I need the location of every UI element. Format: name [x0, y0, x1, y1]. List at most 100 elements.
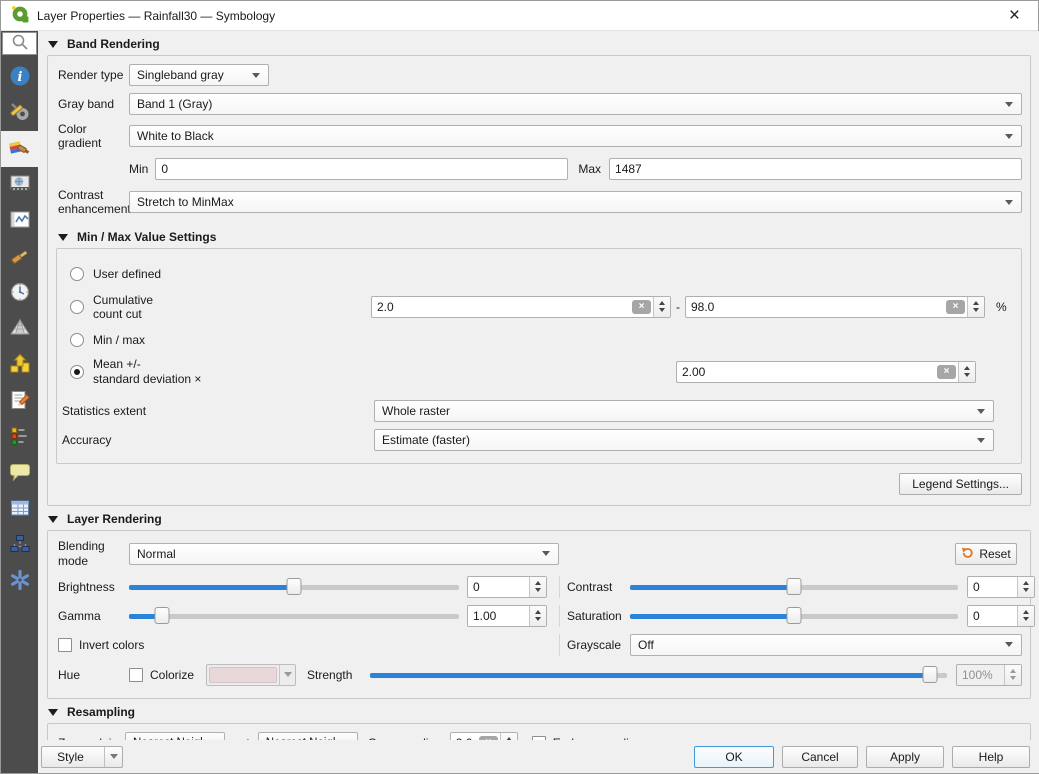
legend-settings-button[interactable]: Legend Settings...: [899, 473, 1022, 495]
band-rendering-header[interactable]: Band Rendering: [38, 31, 1039, 55]
min-max-label: Min / max: [93, 333, 145, 347]
spinner-arrows[interactable]: [967, 297, 984, 317]
clear-field-icon[interactable]: [937, 365, 956, 379]
sidebar-item-pyramids[interactable]: [1, 311, 38, 347]
swatch-dropdown-arrow[interactable]: [279, 665, 295, 685]
chevron-down-icon: [1005, 200, 1013, 205]
grayscale-dropdown[interactable]: Off: [630, 634, 1022, 656]
min-input-field[interactable]: [156, 159, 567, 179]
max-input-field[interactable]: [610, 159, 1021, 179]
slider-handle[interactable]: [287, 578, 302, 595]
mean-stddev-radio[interactable]: [70, 365, 84, 379]
contrast-spinbox[interactable]: [967, 576, 1035, 598]
color-gradient-dropdown[interactable]: White to Black: [129, 125, 1022, 147]
render-type-dropdown[interactable]: Singleband gray: [129, 64, 269, 86]
rendering-brush-icon: [9, 245, 31, 270]
contrast-enhancement-dropdown[interactable]: Stretch to MinMax: [129, 191, 1022, 213]
chevron-down-icon: [110, 754, 118, 759]
slider-handle[interactable]: [155, 607, 170, 624]
saturation-slider[interactable]: [630, 607, 958, 625]
slider-handle[interactable]: [787, 578, 802, 595]
strength-slider[interactable]: [370, 666, 947, 684]
clear-field-icon[interactable]: [632, 300, 651, 314]
style-button[interactable]: Style: [41, 746, 123, 768]
clock-icon: [9, 281, 31, 306]
blending-mode-label: Blending mode: [56, 539, 129, 568]
spinner-arrows[interactable]: [653, 297, 670, 317]
mean-stddev-option[interactable]: Mean +/- standard deviation ×: [60, 357, 360, 386]
spinner-arrows[interactable]: [958, 362, 975, 382]
render-type-label: Render type: [56, 68, 129, 82]
sidebar-item-metadata[interactable]: [1, 383, 38, 419]
contrast-field[interactable]: [968, 577, 1017, 597]
reset-button[interactable]: Reset: [955, 543, 1017, 565]
sidebar-item-histogram[interactable]: [1, 203, 38, 239]
user-defined-radio[interactable]: [70, 267, 84, 281]
mean-stddev-label: Mean +/- standard deviation ×: [93, 357, 201, 386]
contrast-slider[interactable]: [630, 578, 958, 596]
style-dropdown-arrow[interactable]: [104, 747, 122, 767]
sidebar-item-network[interactable]: [1, 527, 38, 563]
collapse-arrow-icon: [48, 516, 58, 523]
accuracy-dropdown[interactable]: Estimate (faster): [374, 429, 994, 451]
spinner-arrows[interactable]: [529, 606, 546, 626]
layer-rendering-title: Layer Rendering: [67, 513, 162, 526]
colorize-color-swatch[interactable]: [206, 664, 296, 686]
minmax-settings-header[interactable]: Min / Max Value Settings: [56, 217, 1022, 244]
range-separator: -: [676, 300, 680, 314]
brightness-slider[interactable]: [129, 578, 459, 596]
apply-button[interactable]: Apply: [866, 746, 944, 768]
gray-band-dropdown[interactable]: Band 1 (Gray): [129, 93, 1022, 115]
gamma-field[interactable]: [468, 606, 529, 626]
gamma-spinbox[interactable]: [467, 605, 547, 627]
spinner-arrows[interactable]: [1017, 577, 1034, 597]
invert-colors-checkbox[interactable]: [58, 638, 72, 652]
min-input[interactable]: [155, 158, 568, 180]
gamma-slider[interactable]: [129, 607, 459, 625]
ok-button[interactable]: OK: [694, 746, 774, 768]
max-input[interactable]: [609, 158, 1022, 180]
layer-rendering-header[interactable]: Layer Rendering: [38, 506, 1039, 530]
sidebar-item-transparency[interactable]: [1, 167, 38, 203]
resampling-header[interactable]: Resampling: [38, 699, 1039, 723]
sidebar-item-rendering[interactable]: [1, 239, 38, 275]
stddev-field[interactable]: [677, 362, 935, 382]
user-defined-option[interactable]: User defined: [60, 267, 360, 281]
invert-colors-label: Invert colors: [79, 638, 144, 652]
spinner-arrows[interactable]: [1017, 606, 1034, 626]
sidebar-item-display[interactable]: [1, 455, 38, 491]
sidebar-item-qgis-server[interactable]: [1, 491, 38, 527]
sidebar-search-input[interactable]: [2, 32, 37, 55]
cumulative-high-field[interactable]: [686, 297, 944, 317]
cumulative-count-cut-radio[interactable]: [70, 300, 84, 314]
saturation-field[interactable]: [968, 606, 1017, 626]
stddev-spinbox[interactable]: [676, 361, 976, 383]
statistics-extent-dropdown[interactable]: Whole raster: [374, 400, 994, 422]
cumulative-high-spinbox[interactable]: [685, 296, 985, 318]
sidebar-item-information[interactable]: i: [1, 59, 38, 95]
brightness-field[interactable]: [468, 577, 529, 597]
cancel-button[interactable]: Cancel: [782, 746, 858, 768]
spinner-arrows[interactable]: [529, 577, 546, 597]
sidebar-item-elevation[interactable]: [1, 347, 38, 383]
cumulative-count-cut-option[interactable]: Cumulative count cut: [60, 293, 360, 322]
clear-field-icon[interactable]: [946, 300, 965, 314]
help-button[interactable]: Help: [952, 746, 1030, 768]
colorize-checkbox[interactable]: [129, 668, 143, 682]
cumulative-low-field[interactable]: [372, 297, 630, 317]
sidebar-item-legend[interactable]: [1, 419, 38, 455]
chevron-down-icon: [284, 672, 292, 677]
slider-handle[interactable]: [922, 666, 937, 683]
min-max-radio[interactable]: [70, 333, 84, 347]
brightness-spinbox[interactable]: [467, 576, 547, 598]
slider-handle[interactable]: [787, 607, 802, 624]
sidebar-item-plugins[interactable]: [1, 563, 38, 599]
saturation-spinbox[interactable]: [967, 605, 1035, 627]
close-icon[interactable]: [1001, 2, 1028, 30]
min-max-option[interactable]: Min / max: [60, 333, 360, 347]
cumulative-low-spinbox[interactable]: [371, 296, 671, 318]
sidebar-item-symbology[interactable]: [1, 131, 38, 167]
sidebar-item-source[interactable]: [1, 95, 38, 131]
sidebar-item-temporal[interactable]: [1, 275, 38, 311]
blending-mode-dropdown[interactable]: Normal: [129, 543, 559, 565]
